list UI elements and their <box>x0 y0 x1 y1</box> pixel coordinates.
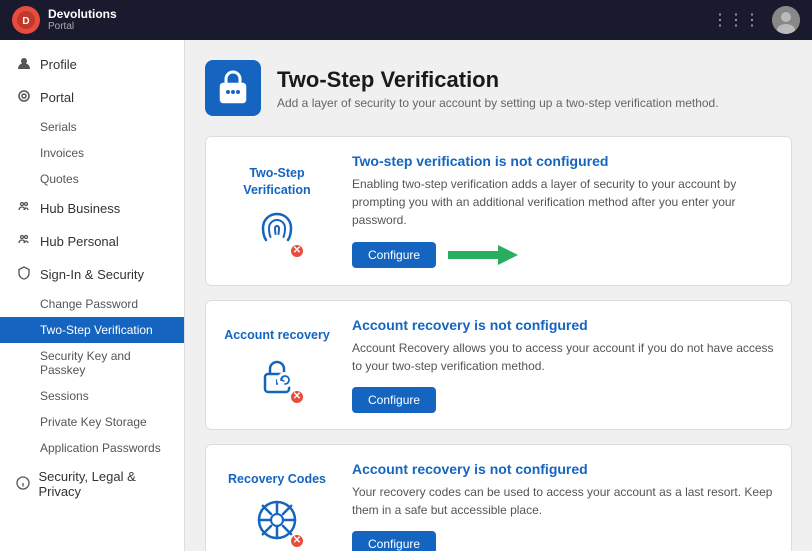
sidebar-item-portal[interactable]: Portal <box>0 81 184 114</box>
page-subtitle: Add a layer of security to your account … <box>277 96 719 110</box>
codes-card-title: Account recovery is not configured <box>352 461 775 477</box>
two-step-error-badge: ✕ <box>289 243 305 259</box>
sidebar-item-change-password[interactable]: Change Password <box>0 291 184 317</box>
two-step-card-desc: Enabling two-step verification adds a la… <box>352 175 775 229</box>
fingerprint-icon-wrap: ✕ <box>253 206 301 257</box>
codes-card-desc: Your recovery codes can be used to acces… <box>352 483 775 519</box>
info-icon <box>16 476 30 493</box>
sidebar-item-profile[interactable]: Profile <box>0 48 184 81</box>
sidebar-item-hub-business[interactable]: Hub Business <box>0 192 184 225</box>
card-left-two-step: Two-Step Verification ✕ <box>222 165 332 257</box>
sidebar-item-quotes[interactable]: Quotes <box>0 166 184 192</box>
sidebar-item-security-key[interactable]: Security Key and Passkey <box>0 343 184 383</box>
recovery-card-title: Account recovery is not configured <box>352 317 775 333</box>
portal-icon <box>16 89 32 106</box>
sidebar-item-private-key[interactable]: Private Key Storage <box>0 409 184 435</box>
profile-icon <box>16 56 32 73</box>
arrow-indicator <box>448 241 518 269</box>
card-label-codes: Recovery Codes <box>222 471 332 487</box>
recovery-configure-button[interactable]: Configure <box>352 387 436 413</box>
sidebar-item-sessions[interactable]: Sessions <box>0 383 184 409</box>
navbar-right: ⋮⋮⋮ <box>712 6 800 34</box>
green-arrow-icon <box>448 241 518 269</box>
sidebar-item-hub-personal[interactable]: Hub Personal <box>0 225 184 258</box>
two-step-configure-button[interactable]: Configure <box>352 242 436 268</box>
page-header-icon <box>205 60 261 116</box>
brand-text: Devolutions Portal <box>48 7 117 33</box>
card-label-recovery: Account recovery <box>222 327 332 343</box>
two-step-card-title: Two-step verification is not configured <box>352 153 775 169</box>
codes-error-badge: ✕ <box>289 533 305 549</box>
page-title: Two-Step Verification <box>277 67 719 93</box>
recovery-error-badge: ✕ <box>289 389 305 405</box>
hub-business-icon <box>16 200 32 217</box>
codes-configure-button[interactable]: Configure <box>352 531 436 551</box>
lock-refresh-icon-wrap: ✕ <box>253 352 301 403</box>
navbar: D Devolutions Portal ⋮⋮⋮ <box>0 0 812 40</box>
main-content: Two-Step Verification Add a layer of sec… <box>185 40 812 551</box>
brand-logo[interactable]: D Devolutions Portal <box>12 6 117 34</box>
sidebar-item-invoices[interactable]: Invoices <box>0 140 184 166</box>
sidebar-label-hub-personal: Hub Personal <box>40 234 119 249</box>
card-right-two-step: Two-step verification is not configured … <box>352 153 775 269</box>
shield-icon <box>16 266 32 283</box>
grid-icon[interactable]: ⋮⋮⋮ <box>712 10 760 30</box>
account-recovery-card: Account recovery ✕ Account recovery is n… <box>205 300 792 430</box>
card-right-recovery: Account recovery is not configured Accou… <box>352 317 775 413</box>
sidebar-label-hub-business: Hub Business <box>40 201 120 216</box>
sidebar-label-signin-security: Sign-In & Security <box>40 267 144 282</box>
card-right-codes: Account recovery is not configured Your … <box>352 461 775 551</box>
card-left-codes: Recovery Codes ✕ <box>222 471 332 546</box>
sidebar-item-security-legal[interactable]: Security, Legal & Privacy <box>0 461 184 507</box>
recovery-codes-icon-wrap: ✕ <box>253 496 301 547</box>
sidebar-label-portal: Portal <box>40 90 74 105</box>
svg-text:D: D <box>22 16 29 27</box>
sidebar-item-serials[interactable]: Serials <box>0 114 184 140</box>
sidebar: Profile Portal Serials Invoices Quotes H <box>0 40 185 551</box>
layout: Profile Portal Serials Invoices Quotes H <box>0 40 812 551</box>
devolutions-logo: D <box>12 6 40 34</box>
card-left-recovery: Account recovery ✕ <box>222 327 332 402</box>
sidebar-label-security-legal: Security, Legal & Privacy <box>38 469 168 499</box>
sidebar-label-profile: Profile <box>40 57 77 72</box>
two-step-card: Two-Step Verification ✕ Two-step verific… <box>205 136 792 286</box>
recovery-codes-card: Recovery Codes ✕ <box>205 444 792 551</box>
sidebar-item-signin-security[interactable]: Sign-In & Security <box>0 258 184 291</box>
card-label-two-step: Two-Step Verification <box>222 165 332 198</box>
recovery-card-desc: Account Recovery allows you to access yo… <box>352 339 775 375</box>
page-header-text: Two-Step Verification Add a layer of sec… <box>277 67 719 110</box>
hub-personal-icon <box>16 233 32 250</box>
user-avatar[interactable] <box>772 6 800 34</box>
sidebar-item-app-passwords[interactable]: Application Passwords <box>0 435 184 461</box>
page-header: Two-Step Verification Add a layer of sec… <box>205 60 792 116</box>
sidebar-item-two-step[interactable]: Two-Step Verification <box>0 317 184 343</box>
